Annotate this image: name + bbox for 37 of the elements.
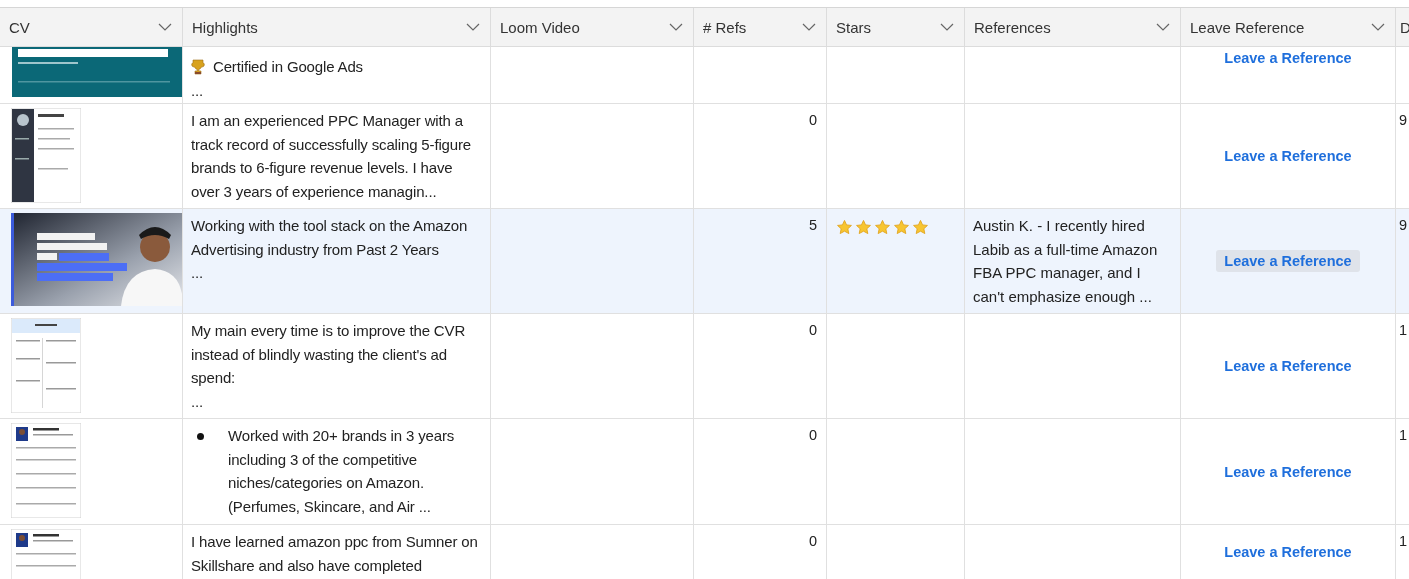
- table-cell: 1: [1399, 427, 1408, 443]
- highlight-text: Worked with 20+ brands in 3 years including 3 of the competitive niches/categories on Amazon. (Perfumes, Skincare, and Air ...: [228, 426, 456, 517]
- leave-reference-link[interactable]: Leave a Reference: [1216, 541, 1360, 563]
- highlight-text: I am an experienced PPC Manager with a track record of successfully scaling 5-figure brands to 6-figure revenue levels. I have over 3 years of experience managin...: [191, 111, 473, 202]
- highlight-text: Certified in Google Ads: [213, 57, 363, 77]
- table-cell: 9: [1399, 112, 1408, 128]
- highlight-text: I have learned amazon ppc from Sumner on Skillshare and also have completed: [191, 532, 479, 576]
- refs-count: 5: [808, 216, 817, 235]
- refs-count: 0: [808, 426, 817, 445]
- column-header[interactable]: Highlights: [183, 8, 491, 46]
- more-ellipsis: ...: [191, 80, 205, 101]
- table-row[interactable]: My main every time is to improve the CVR instead of blindly wasting the client's ad spend: ... 0 Leave a Reference 1: [0, 314, 1409, 419]
- leave-reference-link[interactable]: Leave a Reference: [1216, 355, 1360, 377]
- column-header[interactable]: References: [965, 8, 1181, 46]
- table-cell: 9: [1399, 217, 1408, 233]
- refs-count: 0: [808, 111, 817, 130]
- refs-count: 0: [808, 532, 817, 551]
- highlight-text: My main every time is to improve the CVR instead of blindly wasting the client's ad spend:: [191, 321, 467, 388]
- reference-text: Austin K. - I recently hired Labib as a full-time Amazon FBA PPC manager, and I can't emphasize enough ...: [973, 217, 1158, 305]
- leave-reference-link[interactable]: Leave a Reference: [1216, 47, 1360, 69]
- column-header[interactable]: CV: [0, 8, 183, 46]
- refs-count: 0: [808, 321, 817, 340]
- table-row[interactable]: Certified in Google Ads ... Leave a Reference: [0, 47, 1409, 104]
- highlight-text: Working with the tool stack on the Amazon Advertising industry from Past 2 Years: [191, 216, 469, 260]
- column-header[interactable]: Leave Reference: [1181, 8, 1396, 46]
- leave-reference-link[interactable]: Leave a Reference: [1216, 145, 1360, 167]
- more-ellipsis: ...: [191, 263, 205, 283]
- column-header[interactable]: Loom Video: [491, 8, 694, 46]
- table-row[interactable]: I am an experienced PPC Manager with a track record of successfully scaling 5-figure brands to 6-figure revenue levels. I have over 3 years of experience managin... 0 Leave a Reference 9: [0, 104, 1409, 209]
- column-header[interactable]: # Refs: [694, 8, 827, 46]
- leave-reference-link[interactable]: Leave a Reference: [1216, 460, 1360, 483]
- table-row[interactable]: Worked with 20+ brands in 3 years including 3 of the competitive niches/categories on Amazon. (Perfumes, Skincare, and Air ... 0 Leave a Reference 1: [0, 419, 1409, 525]
- column-header[interactable]: Stars: [827, 8, 965, 46]
- table-cell: 1: [1399, 322, 1408, 338]
- table-cell: 1: [1399, 533, 1408, 549]
- leave-reference-link[interactable]: Leave a Reference: [1216, 250, 1360, 272]
- more-ellipsis: ...: [191, 391, 205, 412]
